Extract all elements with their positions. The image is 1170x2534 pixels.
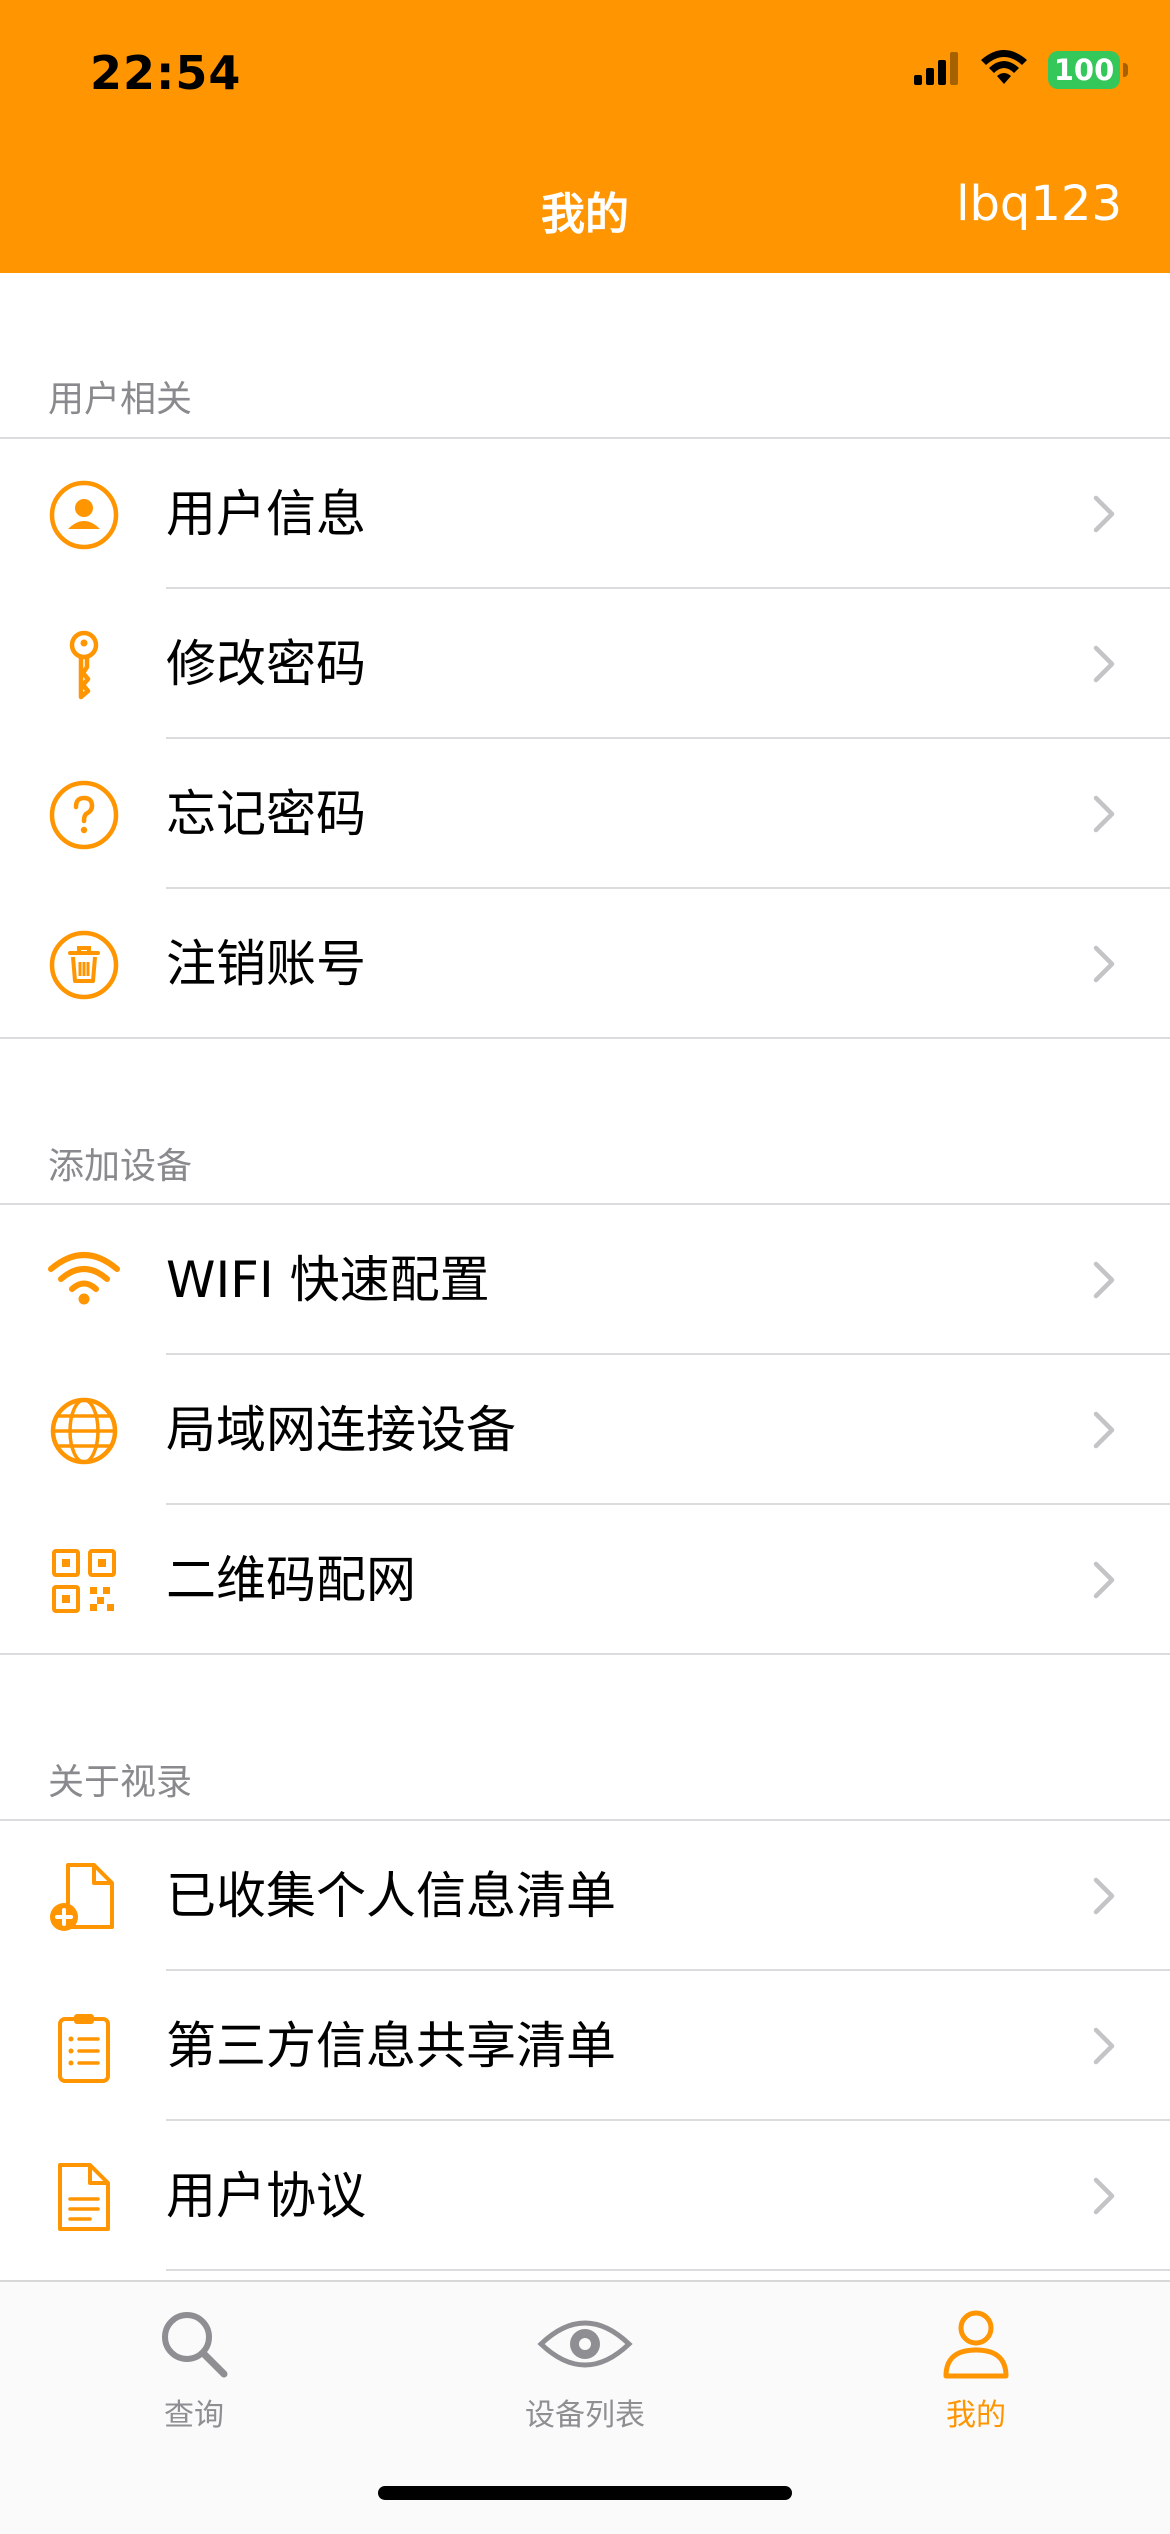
chevron-right-icon [1090,2025,1118,2067]
menu-item-label: 用户信息 [166,485,366,543]
battery-tip [1123,63,1128,77]
chevron-right-icon [1090,2175,1118,2217]
menu-item-wifi-config[interactable]: WIFI 快速配置 [0,1205,1170,1355]
username-label: lbq123 [956,176,1122,232]
person-icon [826,2306,1126,2382]
chevron-right-icon [1090,943,1118,985]
menu-item-label: 修改密码 [166,635,366,693]
menu-item-label: 忘记密码 [166,785,366,843]
menu-item-label: 第三方信息共享清单 [166,2017,616,2075]
tab-device-list[interactable]: 设备列表 [435,2306,735,2446]
menu-item-user-agreement[interactable]: 用户协议 [0,2121,1170,2271]
qr-code-icon [48,1545,120,1617]
menu-item-label: WIFI 快速配置 [166,1251,490,1309]
user-circle-icon [48,479,120,551]
menu-item-change-password[interactable]: 修改密码 [0,589,1170,739]
globe-icon [48,1395,120,1467]
chevron-right-icon [1090,1559,1118,1601]
chevron-right-icon [1090,1409,1118,1451]
menu-item-delete-account[interactable]: 注销账号 [0,889,1170,1039]
menu-item-label: 已收集个人信息清单 [166,1867,616,1925]
menu-item-user-info[interactable]: 用户信息 [0,439,1170,589]
menu-item-label: 二维码配网 [166,1551,416,1609]
tab-search[interactable]: 查询 [44,2306,344,2446]
menu-item-label: 局域网连接设备 [166,1401,516,1459]
menu-item-third-party-share-list[interactable]: 第三方信息共享清单 [0,1971,1170,2121]
app-screen: 22:54 100 我的 lbq123 用户相关 用户信息 修改密码 忘记密码 … [0,0,1170,2534]
menu-item-qr-network[interactable]: 二维码配网 [0,1505,1170,1655]
wifi-icon [48,1245,120,1317]
row-divider [166,2269,1170,2271]
menu-item-label: 用户协议 [166,2167,366,2225]
section-header-about: 关于视录 [48,1762,193,1803]
section-divider [0,1653,1170,1655]
cellular-signal-icon [914,51,960,89]
status-icons: 100 [914,50,1128,90]
file-add-icon [48,1861,120,1933]
tab-label: 查询 [164,2398,224,2433]
home-indicator [378,2486,792,2500]
menu-item-lan-connect[interactable]: 局域网连接设备 [0,1355,1170,1505]
tab-label: 设备列表 [525,2398,645,2433]
menu-item-forgot-password[interactable]: 忘记密码 [0,739,1170,889]
section-header-user: 用户相关 [48,379,193,420]
status-time: 22:54 [90,46,242,100]
section-header-add-device: 添加设备 [48,1146,193,1187]
menu-item-collected-info-list[interactable]: 已收集个人信息清单 [0,1821,1170,1971]
chevron-right-icon [1090,643,1118,685]
battery-indicator: 100 [1048,51,1128,89]
battery-level: 100 [1053,53,1115,87]
tab-label: 我的 [946,2398,1006,2433]
key-icon [48,629,120,701]
tab-mine[interactable]: 我的 [826,2306,1126,2446]
chevron-right-icon [1090,1259,1118,1301]
eye-icon [435,2306,735,2382]
document-icon [48,2161,120,2233]
search-icon [44,2306,344,2382]
clipboard-list-icon [48,2011,120,2083]
section-divider [0,1037,1170,1039]
header-bar: 22:54 100 我的 lbq123 [0,0,1170,273]
wifi-status-icon [980,50,1028,90]
chevron-right-icon [1090,493,1118,535]
chevron-right-icon [1090,1875,1118,1917]
question-circle-icon [48,779,120,851]
chevron-right-icon [1090,793,1118,835]
trash-circle-icon [48,929,120,1001]
menu-item-label: 注销账号 [166,935,366,993]
